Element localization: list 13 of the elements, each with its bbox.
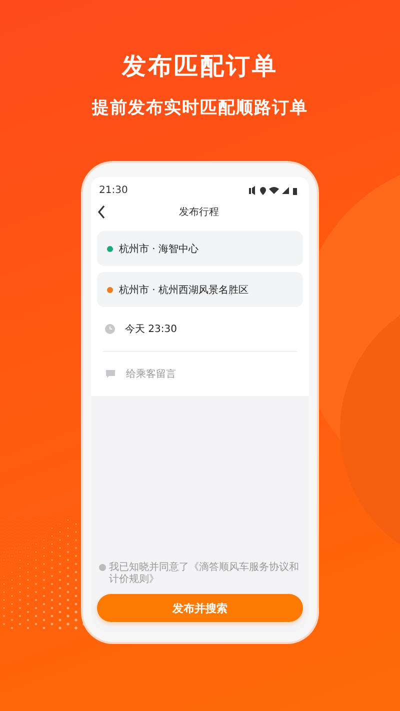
chat-bubble-icon [105,369,116,379]
departure-time[interactable]: 今天 23:30 [125,322,177,336]
agreement-checkbox[interactable] [99,564,106,571]
location-field[interactable]: 杭州市 · 杭州西湖风景名胜区 [97,272,303,307]
status-time: 21:30 [99,184,128,196]
status-icons-icon [249,186,299,194]
headline: 发布匹配订单 [122,51,278,82]
location-field[interactable]: 杭州市 · 海智中心 [97,231,303,266]
subheadline: 提前发布实时匹配顺路订单 [92,97,308,119]
clock-icon [105,324,115,334]
back-icon[interactable] [97,205,107,219]
agreement-text: 我已知晓并同意了《滴答顺风车服务协议和计价规则》 [109,562,300,586]
page-title: 发布行程 [178,206,220,219]
